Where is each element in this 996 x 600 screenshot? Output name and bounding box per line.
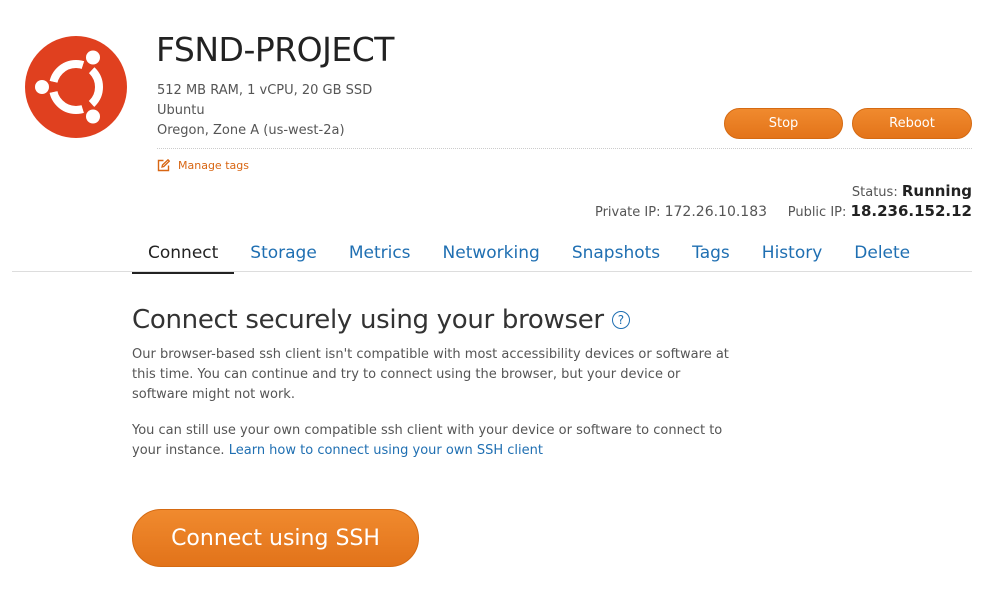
tab-delete[interactable]: Delete: [838, 240, 926, 271]
tab-snapshots[interactable]: Snapshots: [556, 240, 676, 271]
stop-button[interactable]: Stop: [724, 108, 843, 139]
instance-os: Ubuntu: [157, 103, 205, 118]
help-icon[interactable]: ?: [611, 311, 630, 329]
tab-tags[interactable]: Tags: [676, 240, 746, 271]
private-ip-value: 172.26.10.183: [664, 204, 768, 220]
private-ip-label: Private IP:: [594, 205, 661, 220]
own-client-notice: You can still use your own compatible ss…: [132, 421, 732, 461]
manage-tags-link[interactable]: Manage tags: [157, 159, 249, 172]
tab-storage[interactable]: Storage: [234, 240, 333, 271]
header-divider: [157, 148, 972, 149]
instance-specs: 512 MB RAM, 1 vCPU, 20 GB SSD: [157, 83, 373, 98]
public-ip-value: 18.236.152.12: [850, 202, 972, 220]
status-value: Running: [901, 182, 972, 200]
instance-status: Status: Running: [852, 182, 972, 200]
tab-metrics[interactable]: Metrics: [333, 240, 427, 271]
ubuntu-logo-icon: [25, 36, 127, 138]
tabs-divider: [12, 271, 972, 272]
instance-tabs: Connect Storage Metrics Networking Snaps…: [132, 240, 926, 274]
status-label: Status:: [851, 185, 898, 200]
accessibility-notice: Our browser-based ssh client isn't compa…: [132, 347, 729, 402]
instance-page: FSND-PROJECT 512 MB RAM, 1 vCPU, 20 GB S…: [0, 0, 996, 600]
public-ip-label: Public IP:: [787, 205, 847, 220]
edit-icon: [157, 159, 170, 172]
tab-connect[interactable]: Connect: [132, 240, 235, 274]
connect-heading-text: Connect securely using your browser: [132, 305, 604, 335]
instance-location: Oregon, Zone A (us-west-2a): [157, 123, 345, 138]
instance-ips: Private IP: 172.26.10.183 Public IP: 18.…: [595, 202, 972, 220]
tab-history[interactable]: History: [746, 240, 838, 271]
instance-meta: 512 MB RAM, 1 vCPU, 20 GB SSD Ubuntu Ore…: [157, 81, 372, 141]
reboot-button[interactable]: Reboot: [852, 108, 972, 139]
tab-networking[interactable]: Networking: [427, 240, 556, 271]
learn-ssh-client-link[interactable]: Learn how to connect using your own SSH …: [229, 443, 543, 458]
connect-heading: Connect securely using your browser ?: [132, 305, 630, 335]
manage-tags-label: Manage tags: [178, 159, 249, 172]
connect-ssh-button[interactable]: Connect using SSH: [132, 509, 419, 567]
instance-name: FSND-PROJECT: [156, 30, 394, 69]
